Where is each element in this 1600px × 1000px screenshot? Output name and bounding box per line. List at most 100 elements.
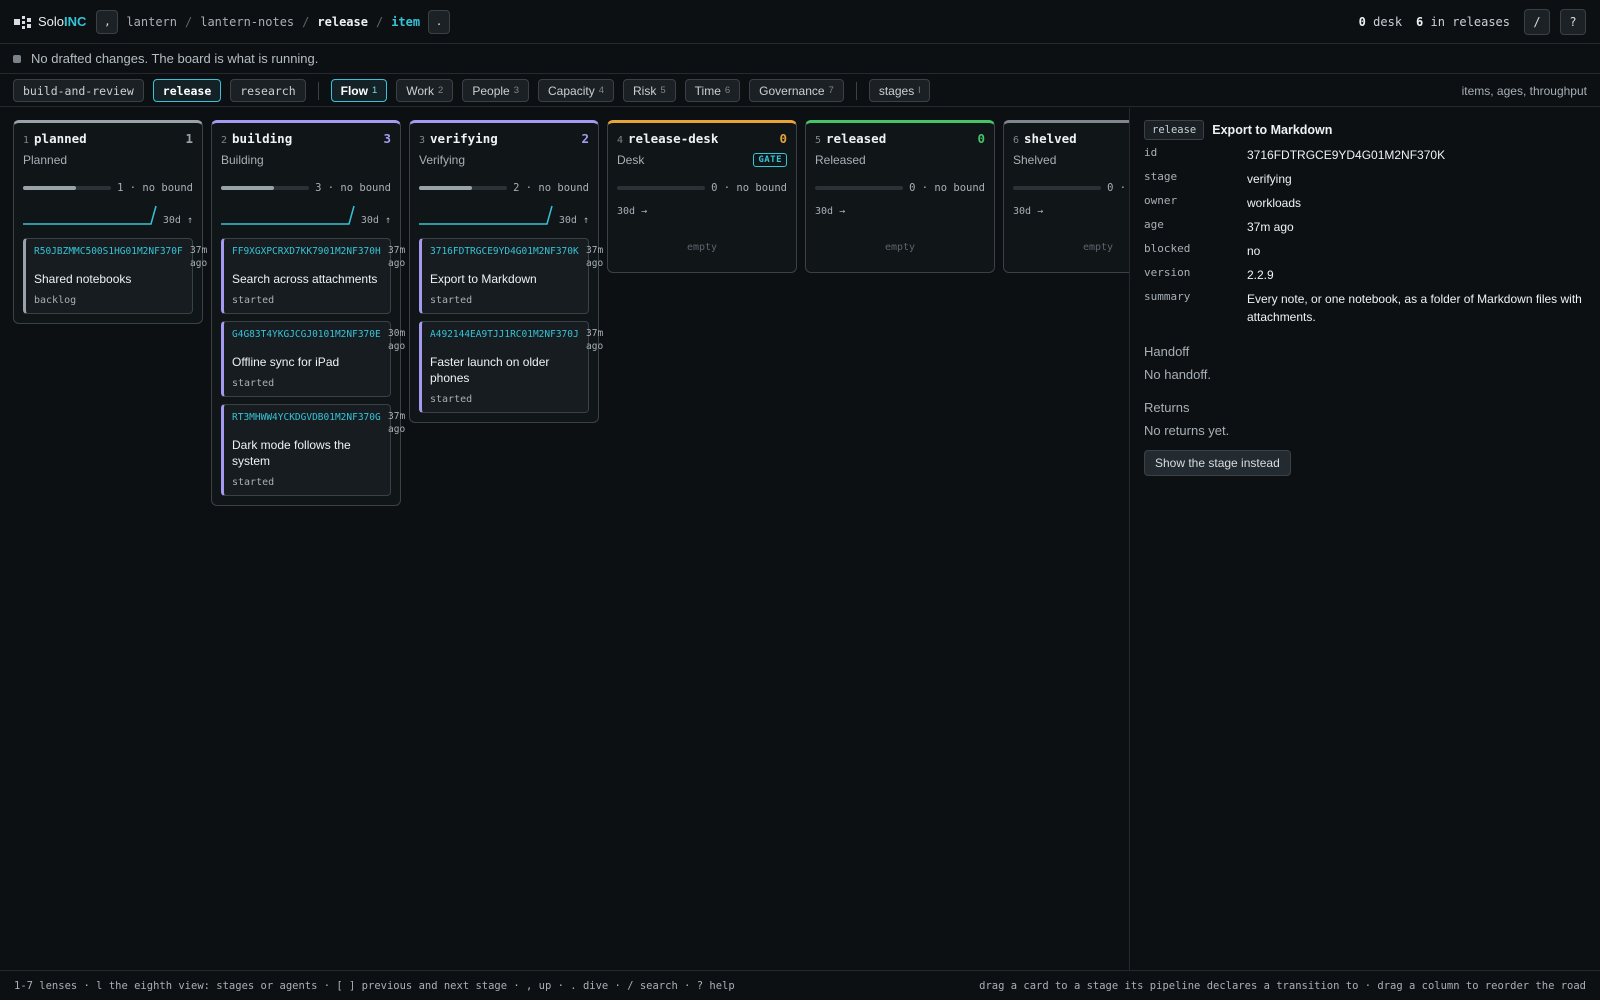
breadcrumb-separator: / [302,14,310,29]
card-title: Export to Markdown [430,272,537,286]
card-state: started [430,394,473,405]
stage-bound-text: 0 · no bound [909,182,985,194]
trend-label: 30d → [815,205,846,217]
empty-column-label: empty [686,242,718,253]
trend-label: 30d ↑ [558,215,589,226]
dive-button[interactable]: . [428,9,451,34]
brand-name: SoloINC [38,14,87,29]
stage-load-meter [815,186,904,190]
field-value-age: 37m ago [1247,220,1294,234]
work-item-card[interactable]: FF9XGXPCRXD7KK7901M2NF370H 37m ago Search a… [221,238,405,314]
card-id[interactable]: FF9XGXPCRXD7KK7901M2NF370H [232,246,381,257]
card-age: 37m ago [388,411,406,435]
stages-view-toggle[interactable]: stages l [868,79,931,102]
throughput-sparkline [23,205,157,225]
pipeline-tab-build-and-review[interactable]: build-and-review [13,79,144,102]
card-state: started [232,477,275,488]
releases-stat[interactable]: 6 in releases [1416,15,1510,29]
card-id[interactable]: RT3MHWW4YCKDGVDB01M2NF370G [232,412,381,423]
stage-index: 2 [221,135,228,146]
card-id[interactable]: A492144EA9TJJ1RC01M2NF370J [430,329,579,340]
stage-bound-text: 1 · no bound [117,182,193,194]
work-item-card[interactable]: A492144EA9TJJ1RC01M2NF370J 37m ago Faster l… [419,321,603,413]
lens-tab-people[interactable]: People 3 [462,79,530,102]
work-item-card[interactable]: G4G83T4YKGJCGJ0101M2NF370E 30m ago Offline … [221,321,405,397]
stage-name: verifying [430,131,498,146]
throughput-sparkline [221,205,355,225]
stage-bound-text: 2 · no bound [513,182,589,194]
field-value-blocked: no [1247,244,1261,258]
desk-stat[interactable]: 0 desk [1359,15,1402,29]
stage-index: 6 [1013,135,1020,146]
lens-tab-governance[interactable]: Governance 7 [749,79,844,102]
field-value-summary: Every note, or one notebook, as a folder… [1247,292,1582,324]
keyboard-hints: 1-7 lenses · l the eighth view: stages o… [14,979,735,992]
stage-name: building [232,131,293,146]
stage-count: 1 [185,131,193,146]
field-value-owner: workloads [1247,196,1302,210]
card-id[interactable]: R50JBZMMC500S1HG01M2NF370F [34,246,183,257]
breadcrumb-item[interactable]: item [391,15,420,29]
stage-column-release-desk[interactable]: 4 release-desk 0 Desk GATE 0 · no bound 30d → e… [607,120,797,273]
work-item-card[interactable]: RT3MHWW4YCKDGVDB01M2NF370G 37m ago Dark mod… [221,404,405,496]
work-item-card[interactable]: R50JBZMMC500S1HG01M2NF370F 37m ago Shared n… [23,238,207,314]
empty-column-label: empty [1082,242,1114,253]
up-level-button[interactable]: , [96,9,119,34]
card-state: started [232,295,275,306]
lens-tab-risk[interactable]: Risk 5 [623,79,676,102]
stage-label: Verifying [419,153,466,167]
show-stage-button[interactable]: Show the stage instead [1144,450,1291,476]
stage-index: 4 [617,135,624,146]
field-key-stage: stage [1144,170,1178,183]
field-key-version: version [1144,266,1191,279]
stage-column-shelved[interactable]: 6shelved0Shelved0 · no bound30d →empty [1003,120,1129,273]
breadcrumb-project[interactable]: lantern-notes [200,15,294,29]
header-stats: 0 desk 6 in releases / ? [1359,8,1586,35]
stage-column-verifying[interactable]: 3 verifying 2 Verifying 2 · no bound 30d ↑ 371… [409,120,603,423]
stage-label: Shelved [1013,153,1057,167]
pipeline-tab-release[interactable]: release [152,79,222,102]
handoff-value: No handoff. [1144,367,1211,382]
field-key-owner: owner [1144,194,1178,207]
toolbar-divider [855,81,857,100]
item-title: Export to Markdown [1212,123,1333,137]
stage-name: released [826,131,887,146]
card-age: 37m ago [586,328,604,352]
stage-column-released[interactable]: 5 released 0 Released 0 · no bound 30d → empty [805,120,995,273]
returns-value: No returns yet. [1144,423,1230,438]
breadcrumb-pipeline[interactable]: release [317,15,368,29]
breadcrumb-company[interactable]: lantern [126,15,177,29]
view-toolbar: build-and-review release research Flow 1 … [0,75,1600,107]
card-age: 37m ago [190,245,208,269]
breadcrumb-separator: / [185,14,193,29]
trend-label: 30d → [1013,205,1044,217]
draft-notice: No drafted changes. The board is what is… [0,44,1600,74]
stage-load-meter [419,186,508,190]
lens-tab-capacity[interactable]: Capacity 4 [538,79,614,102]
lens-tab-work[interactable]: Work 2 [396,79,454,102]
card-id[interactable]: 3716FDTRGCE9YD4G01M2NF370K [430,246,579,257]
search-button[interactable]: / [1524,8,1550,35]
stage-column-building[interactable]: 2 building 3 Building 3 · no bound 30d ↑ FF9XG… [211,120,405,506]
help-button[interactable]: ? [1560,8,1586,35]
stage-name: planned [34,131,87,146]
lens-tab-flow[interactable]: Flow 1 [330,79,388,102]
lens-tab-time[interactable]: Time 6 [684,79,741,102]
breadcrumb-separator: / [375,14,384,29]
stage-index: 5 [815,135,822,146]
pipeline-tab-research[interactable]: research [230,79,306,102]
drag-hints: drag a card to a stage its pipeline decl… [979,979,1586,992]
item-detail-panel: release Export to Markdown id 3716FDTRGCE… [1129,108,1600,970]
card-title: Shared notebooks [34,272,132,286]
stage-label: Desk [617,153,645,167]
work-item-card[interactable]: 3716FDTRGCE9YD4G01M2NF370K 37m ago Export t… [419,238,603,314]
lens-description: items, ages, throughput [1461,83,1587,98]
empty-column-label: empty [884,242,916,253]
stage-column-planned[interactable]: 1 planned 1 Planned 1 · no bound 30d ↑ R50JBZM… [13,120,207,324]
brand[interactable]: SoloINC [14,14,86,30]
card-age: 37m ago [388,245,406,269]
card-id[interactable]: G4G83T4YKGJCGJ0101M2NF370E [232,329,381,340]
stage-bound-text: 0 · no bound [1107,182,1129,194]
notice-text: No drafted changes. The board is what is… [31,51,319,66]
stage-index: 3 [419,135,426,146]
